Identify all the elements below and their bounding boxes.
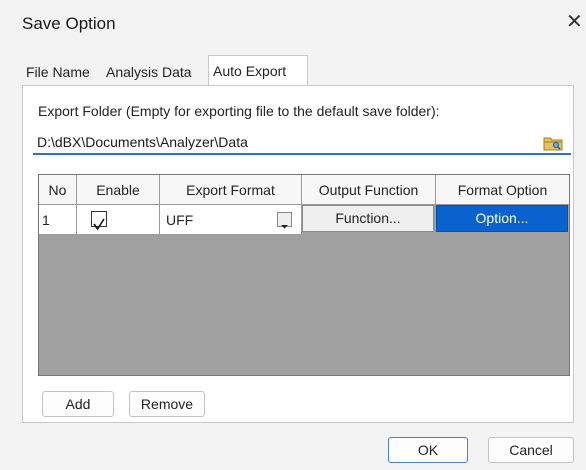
checkmark-icon [93,218,105,231]
window-title: Save Option [22,14,116,33]
export-format-select[interactable]: UFF [160,205,302,235]
cancel-button[interactable]: Cancel [488,437,574,463]
add-button[interactable]: Add [42,391,114,417]
export-folder-label: Export Folder (Empty for exporting file … [38,103,440,119]
remove-button[interactable]: Remove [129,391,205,417]
enable-checkbox[interactable] [91,211,107,231]
tab-file-name[interactable]: File Name [22,59,98,85]
format-option-button[interactable]: Option... [436,205,568,232]
column-header-export-format: Export Format [160,175,302,205]
cell-no: 1 [39,205,77,235]
column-header-output-function: Output Function [302,175,436,205]
dropdown-arrow[interactable] [277,212,292,229]
cell-enable [77,205,160,235]
column-header-no: No [39,175,77,205]
export-folder-input[interactable]: D:\dBX\Documents\Analyzer\Data [33,131,571,155]
column-header-enable: Enable [77,175,160,205]
output-function-button[interactable]: Function... [302,205,434,232]
close-icon[interactable]: ✕ [566,12,583,32]
browse-folder-icon[interactable] [543,135,563,151]
tab-auto-export[interactable]: Auto Export [208,55,308,86]
column-header-format-option: Format Option [436,175,569,205]
ok-button[interactable]: OK [388,437,468,463]
title-bar: Save Option ✕ [0,0,586,46]
chevron-down-icon [281,225,288,229]
export-format-value: UFF [166,212,194,228]
tab-analysis-data[interactable]: Analysis Data [102,59,206,85]
